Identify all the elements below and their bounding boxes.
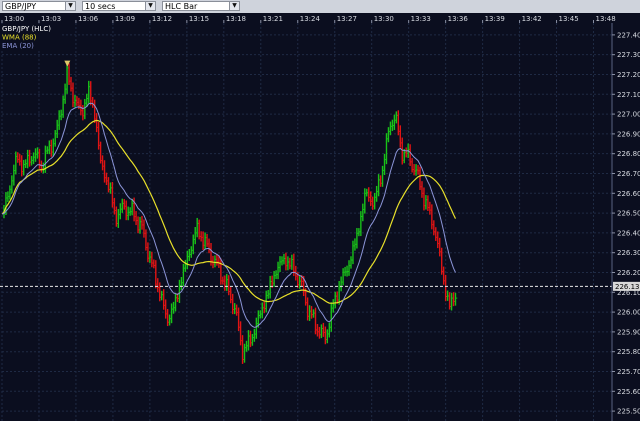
- x-tick-label: 13:09: [115, 15, 135, 23]
- y-tick-label: 225.80: [617, 348, 640, 356]
- chevron-down-icon: ▼: [229, 2, 239, 10]
- last-price-label: 226.13: [615, 283, 640, 291]
- x-tick-label: 13:36: [448, 15, 469, 23]
- x-tick-label: 13:18: [226, 15, 246, 23]
- y-tick-label: 226.70: [617, 170, 640, 178]
- legend-entry: WMA (88): [2, 34, 37, 42]
- chart-window: GBP/JPY ▼ 10 secs ▼ HLC Bar ▼ 13:00 13:03…: [0, 0, 640, 421]
- chevron-down-icon: ▼: [65, 2, 75, 10]
- y-tick-label: 226.80: [617, 150, 640, 158]
- x-tick-label: 13:06: [78, 15, 99, 23]
- x-tick-label: 13:33: [411, 15, 431, 23]
- y-tick-label: 226.50: [617, 210, 640, 218]
- y-tick-label: 226.30: [617, 249, 640, 257]
- chevron-down-icon: ▼: [145, 2, 155, 10]
- y-tick-label: 225.70: [617, 368, 640, 376]
- y-tick-label: 227.20: [617, 71, 640, 79]
- chart-style-dropdown[interactable]: HLC Bar ▼: [162, 1, 240, 11]
- x-tick-label: 13:24: [300, 15, 321, 23]
- x-tick-label: 13:30: [374, 15, 394, 23]
- x-tick-label: 13:45: [559, 15, 579, 23]
- x-tick-label: 13:39: [485, 15, 505, 23]
- y-tick-label: 226.20: [617, 269, 640, 277]
- y-tick-label: 227.10: [617, 91, 640, 99]
- chart-toolbar: GBP/JPY ▼ 10 secs ▼ HLC Bar ▼: [0, 0, 640, 14]
- x-tick-label: 13:48: [596, 15, 616, 23]
- price-chart[interactable]: 13:00 13:03 13:06 13:09 13:12 13:15 13:18 13:21…: [0, 13, 640, 421]
- legend-entry: GBP/JPY (HLC): [2, 25, 51, 33]
- y-tick-label: 226.90: [617, 130, 640, 138]
- symbol-value: GBP/JPY: [5, 2, 37, 11]
- y-tick-label: 226.60: [617, 190, 640, 198]
- y-tick-label: 227.40: [617, 31, 640, 39]
- y-tick-label: 225.60: [617, 388, 640, 396]
- chart-style-value: HLC Bar: [165, 2, 198, 11]
- y-tick-label: 225.90: [617, 328, 640, 336]
- price-axis-band: [612, 23, 640, 421]
- symbol-dropdown[interactable]: GBP/JPY ▼: [2, 1, 76, 11]
- interval-value: 10 secs: [85, 2, 116, 11]
- interval-dropdown[interactable]: 10 secs ▼: [82, 1, 156, 11]
- time-axis: 13:00 13:03 13:06 13:09 13:12 13:15 13:18 13:21…: [1, 15, 616, 23]
- x-tick-label: 13:21: [263, 15, 283, 23]
- x-tick-label: 13:12: [152, 15, 172, 23]
- x-tick-label: 13:03: [41, 15, 61, 23]
- legend-entry: EMA (20): [2, 42, 34, 50]
- last-price-tag-group: 226.13: [613, 281, 640, 291]
- y-tick-label: 226.00: [617, 309, 640, 317]
- y-tick-label: 227.00: [617, 111, 640, 119]
- y-tick-label: 226.40: [617, 229, 640, 237]
- x-tick-label: 13:00: [4, 15, 24, 23]
- x-tick-label: 13:42: [522, 15, 542, 23]
- y-tick-label: 227.30: [617, 51, 640, 59]
- x-tick-label: 13:15: [189, 15, 209, 23]
- x-tick-label: 13:27: [337, 15, 357, 23]
- y-tick-label: 225.50: [617, 408, 640, 416]
- chart-legend: GBP/JPY (HLC)WMA (88)EMA (20): [0, 24, 62, 51]
